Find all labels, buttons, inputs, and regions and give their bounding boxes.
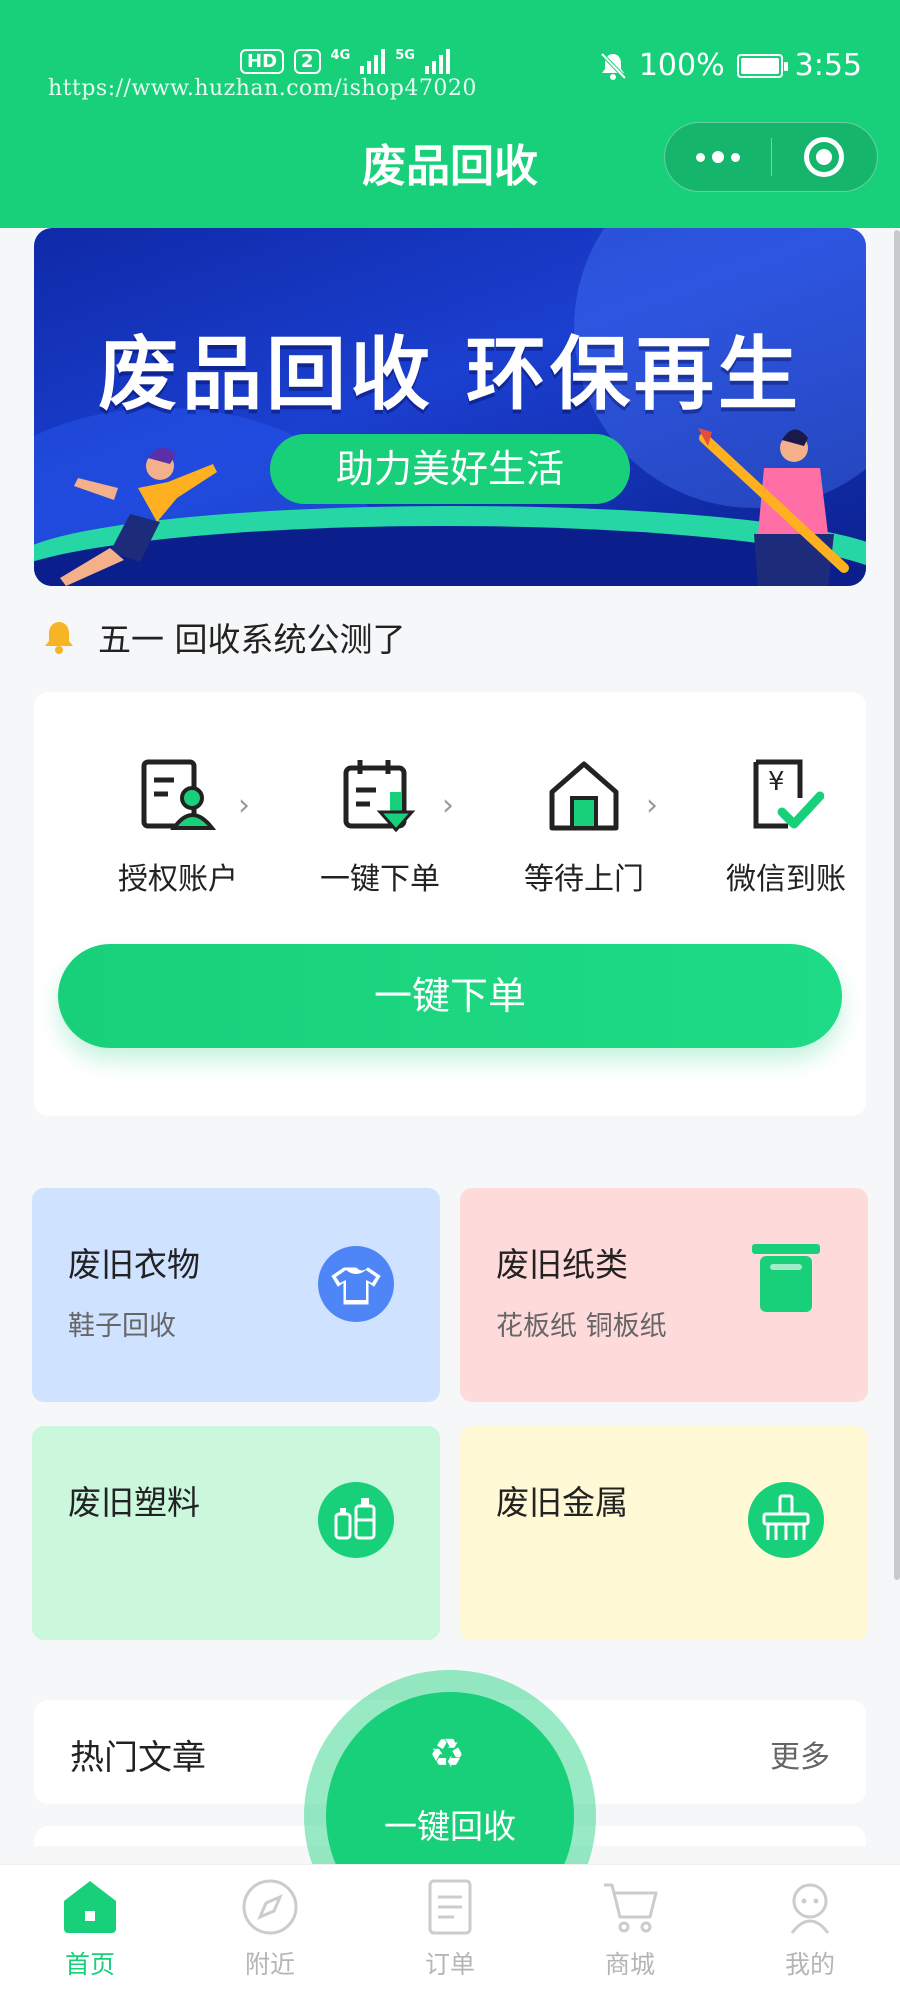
recycle-button-label: 一键回收 bbox=[384, 1807, 516, 1846]
step-paid: ¥ 微信到账 bbox=[696, 758, 876, 898]
svg-text:¥: ¥ bbox=[768, 767, 785, 797]
category-plastic[interactable]: 废旧塑料 bbox=[32, 1426, 440, 1640]
notice-text: 五一 回收系统公测了 bbox=[98, 620, 406, 659]
bell-icon bbox=[45, 622, 73, 654]
tab-home[interactable]: 首页 bbox=[0, 1865, 180, 2000]
painter-illustration bbox=[698, 428, 849, 586]
header: HD 2 4G 5G 100% 3:55 https://www.huzhan.… bbox=[0, 0, 900, 228]
step-label: 授权账户 bbox=[118, 862, 238, 897]
document-icon bbox=[428, 1879, 472, 1935]
more-button[interactable] bbox=[665, 123, 771, 191]
yuan-check-icon: ¥ bbox=[753, 759, 824, 829]
home-icon bbox=[64, 1881, 116, 1933]
network-label-2: 5G bbox=[395, 48, 415, 63]
category-title: 废旧金属 bbox=[496, 1483, 628, 1522]
sim-badge: 2 bbox=[294, 48, 321, 74]
tab-label: 订单 bbox=[424, 1950, 475, 1979]
network-label-1: 4G bbox=[330, 48, 351, 63]
recycle-icon: ♻ bbox=[429, 1731, 465, 1777]
tab-nearby[interactable]: 附近 bbox=[180, 1865, 360, 2000]
tab-label: 附近 bbox=[244, 1950, 295, 1979]
step-authorize: 授权账户 bbox=[88, 758, 268, 898]
tshirt-icon bbox=[318, 1246, 394, 1322]
category-title: 废旧衣物 bbox=[68, 1245, 200, 1284]
status-left: HD 2 4G 5G bbox=[240, 48, 450, 74]
status-right: 100% 3:55 bbox=[599, 48, 862, 83]
step-label: 微信到账 bbox=[726, 862, 846, 897]
bell-off-icon bbox=[600, 52, 627, 80]
category-title: 废旧纸类 bbox=[496, 1245, 628, 1284]
target-icon bbox=[804, 137, 845, 177]
tab-orders[interactable]: 订单 bbox=[360, 1865, 540, 2000]
tab-mall[interactable]: 商城 bbox=[540, 1865, 720, 2000]
battery-icon bbox=[736, 53, 788, 78]
house-icon bbox=[549, 761, 619, 831]
compass-icon bbox=[242, 1879, 298, 1935]
chevron-right-icon: › bbox=[646, 788, 658, 823]
tab-mine[interactable]: 我的 bbox=[720, 1865, 900, 2000]
category-subtitle: 鞋子回收 bbox=[68, 1311, 176, 1342]
tab-label: 首页 bbox=[64, 1950, 115, 1979]
step-label: 等待上门 bbox=[524, 862, 644, 897]
hot-articles-title: 热门文章 bbox=[70, 1738, 206, 1778]
calendar-download-icon bbox=[343, 760, 416, 833]
hd-badge: HD bbox=[240, 48, 285, 74]
banner[interactable]: 废品回收 环保再生 助力美好生活 bbox=[34, 228, 866, 586]
tab-bar: 首页 附近 订单 商城 我的 bbox=[0, 1864, 900, 2000]
bin-icon bbox=[752, 1244, 820, 1312]
scrollbar[interactable] bbox=[894, 230, 900, 1580]
step-wait: 等待上门 bbox=[494, 758, 674, 898]
battery-fill bbox=[740, 57, 779, 74]
more-articles-link[interactable]: 更多 bbox=[770, 1732, 830, 1776]
account-icon bbox=[141, 759, 216, 830]
signal-icon bbox=[424, 48, 450, 74]
clock: 3:55 bbox=[794, 48, 862, 83]
banner-pill: 助力美好生活 bbox=[270, 434, 630, 504]
banner-headline: 废品回收 环保再生 bbox=[98, 328, 802, 421]
category-paper[interactable]: 废旧纸类 花板纸 铜板纸 bbox=[460, 1188, 868, 1402]
one-click-order-button[interactable]: 一键下单 bbox=[58, 944, 842, 1048]
user-icon bbox=[790, 1883, 830, 1934]
steps-card: 授权账户 › 一键下单 › 等待上门 › ¥ 微信到账 一键下单 bbox=[34, 692, 866, 1116]
watermark: https://www.huzhan.com/ishop47020 bbox=[48, 76, 477, 101]
battery-percent: 100% bbox=[638, 48, 725, 83]
category-metal[interactable]: 废旧金属 bbox=[460, 1426, 868, 1640]
tab-label: 商城 bbox=[604, 1950, 655, 1979]
cart-icon bbox=[604, 1883, 658, 1933]
bottles-icon bbox=[318, 1482, 394, 1558]
step-order: 一键下单 bbox=[290, 758, 470, 898]
close-miniprogram-button[interactable] bbox=[772, 123, 878, 191]
chevron-right-icon: › bbox=[238, 788, 250, 823]
page: HD 2 4G 5G 100% 3:55 https://www.huzhan.… bbox=[0, 0, 900, 2000]
tab-label: 我的 bbox=[784, 1950, 835, 1979]
step-label: 一键下单 bbox=[320, 862, 440, 897]
signal-icon bbox=[360, 48, 386, 74]
metal-icon bbox=[748, 1482, 824, 1558]
notice-bar[interactable]: 五一 回收系统公测了 bbox=[42, 612, 406, 662]
miniprogram-capsule bbox=[664, 122, 878, 192]
category-clothes[interactable]: 废旧衣物 鞋子回收 bbox=[32, 1188, 440, 1402]
chevron-right-icon: › bbox=[442, 788, 454, 823]
category-subtitle: 花板纸 铜板纸 bbox=[496, 1311, 667, 1342]
category-title: 废旧塑料 bbox=[68, 1483, 200, 1522]
running-woman-illustration bbox=[60, 447, 217, 586]
